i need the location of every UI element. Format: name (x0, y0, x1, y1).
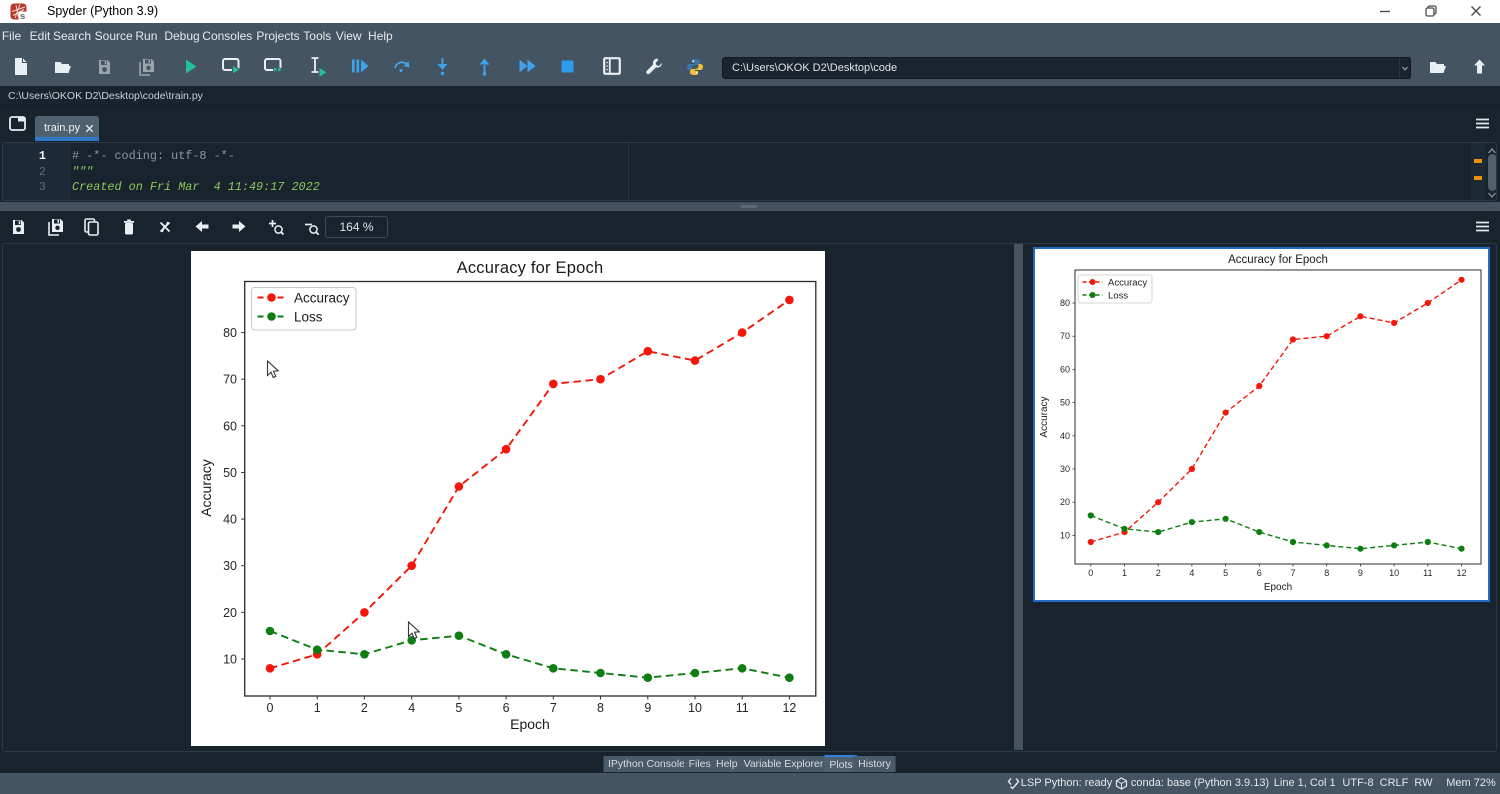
svg-text:8: 8 (1324, 568, 1329, 578)
svg-text:11: 11 (1423, 568, 1432, 578)
svg-text:20: 20 (1060, 497, 1070, 507)
svg-text:12: 12 (1456, 568, 1466, 578)
svg-text:Loss: Loss (294, 310, 323, 325)
svg-text:50: 50 (223, 466, 237, 480)
svg-text:2: 2 (361, 701, 368, 715)
svg-text:60: 60 (1060, 364, 1070, 374)
svg-text:4: 4 (408, 701, 415, 715)
svg-text:30: 30 (223, 559, 237, 573)
svg-text:Accuracy: Accuracy (1039, 396, 1050, 437)
svg-text:20: 20 (223, 606, 237, 620)
svg-text:4: 4 (1189, 568, 1194, 578)
svg-text:7: 7 (550, 701, 557, 715)
svg-text:5: 5 (455, 701, 462, 715)
svg-text:0: 0 (267, 701, 274, 715)
svg-text:Epoch: Epoch (510, 716, 550, 732)
svg-text:0: 0 (1088, 568, 1093, 578)
svg-text:50: 50 (1060, 398, 1070, 408)
svg-text:1: 1 (1122, 568, 1127, 578)
svg-text:Accuracy: Accuracy (294, 291, 350, 306)
svg-text:40: 40 (1060, 431, 1070, 441)
svg-text:70: 70 (1060, 331, 1070, 341)
svg-text:11: 11 (736, 701, 749, 715)
svg-text:5: 5 (1223, 568, 1228, 578)
svg-text:10: 10 (223, 653, 237, 667)
svg-text:70: 70 (223, 373, 237, 387)
svg-text:40: 40 (223, 513, 237, 527)
svg-text:10: 10 (1060, 530, 1070, 540)
svg-text:7: 7 (1290, 568, 1295, 578)
svg-text:10: 10 (1389, 568, 1399, 578)
svg-text:s: s (20, 11, 25, 20)
svg-text:9: 9 (644, 701, 651, 715)
svg-text:6: 6 (1257, 568, 1262, 578)
svg-text:Accuracy for Epoch: Accuracy for Epoch (1228, 254, 1328, 266)
svg-text:30: 30 (1060, 464, 1070, 474)
svg-text:Epoch: Epoch (1264, 582, 1292, 593)
svg-text:12: 12 (782, 701, 796, 715)
svg-text:1: 1 (314, 701, 321, 715)
svg-text:2: 2 (1156, 568, 1161, 578)
svg-text:Loss: Loss (1108, 291, 1128, 302)
svg-text:6: 6 (503, 701, 510, 715)
svg-text:80: 80 (1060, 298, 1070, 308)
svg-text:Accuracy: Accuracy (198, 459, 214, 517)
svg-text:8: 8 (597, 701, 604, 715)
svg-text:Accuracy: Accuracy (1108, 278, 1147, 289)
svg-text:80: 80 (223, 326, 237, 340)
svg-text:60: 60 (223, 419, 237, 433)
svg-text:10: 10 (688, 701, 702, 715)
svg-text:9: 9 (1358, 568, 1363, 578)
svg-text:Accuracy for Epoch: Accuracy for Epoch (457, 259, 604, 277)
